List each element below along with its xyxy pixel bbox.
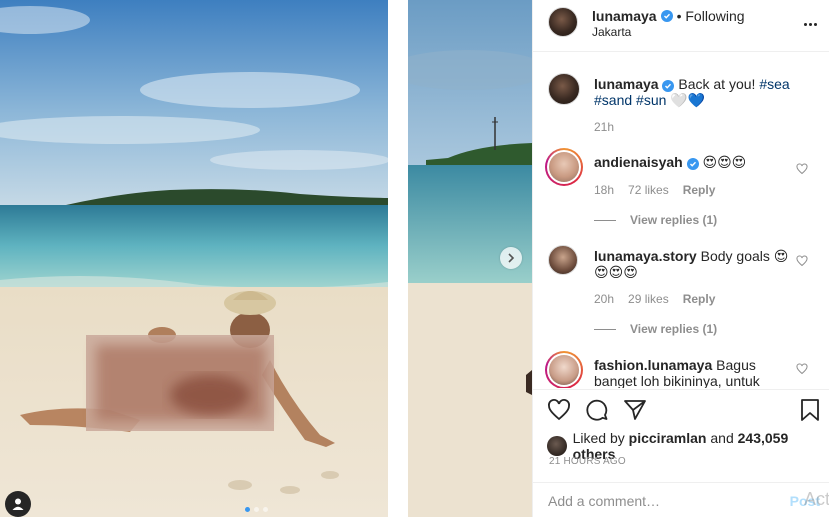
carousel-gap xyxy=(388,0,408,517)
avatar xyxy=(549,355,579,385)
comment-meta: 20h 29 likes Reply xyxy=(594,292,715,306)
following-button[interactable]: • Following xyxy=(677,8,745,24)
heart-icon[interactable] xyxy=(547,398,571,422)
hashtag-link[interactable]: #sea xyxy=(759,76,789,92)
view-replies-label: View replies (1) xyxy=(630,213,718,227)
comment-meta: 18h 72 likes Reply xyxy=(594,183,715,197)
comment-text: fashion.lunamaya Bagus banget loh bikini… xyxy=(594,357,790,388)
story-ring[interactable] xyxy=(545,148,583,186)
add-comment-box: Post Act xyxy=(533,482,829,517)
comment-time[interactable]: 20h xyxy=(594,292,614,306)
more-icon[interactable] xyxy=(802,16,818,32)
comment-input[interactable] xyxy=(548,491,778,511)
caption-time[interactable]: 21h xyxy=(594,120,614,134)
next-arrow-icon[interactable] xyxy=(500,247,522,269)
post-actions: Liked by picciramlan and 243,059 others … xyxy=(533,389,829,517)
post-timestamp[interactable]: 21 HOURS AGO xyxy=(549,456,626,467)
like-comment-heart-icon[interactable] xyxy=(796,363,808,375)
avatar[interactable] xyxy=(548,245,578,275)
comments-list[interactable]: lunamaya Back at you! #sea #sand #sun 🤍💙… xyxy=(533,53,829,388)
header-user-row: lunamaya • Following xyxy=(592,8,745,24)
story-ring[interactable] xyxy=(545,351,583,388)
verified-icon xyxy=(686,158,699,170)
comment-time[interactable]: 18h xyxy=(594,183,614,197)
comment-text: andienaisyah 😍😍😍 xyxy=(594,154,790,170)
liked-by-user-link[interactable]: picciramlan xyxy=(629,430,707,446)
hashtag-link[interactable]: #sun xyxy=(636,92,666,108)
like-comment-heart-icon[interactable] xyxy=(796,163,808,175)
view-replies-button[interactable]: View replies (1) xyxy=(594,322,717,336)
replies-divider xyxy=(594,219,616,221)
post-side-panel: lunamaya • Following Jakarta lunamaya Ba… xyxy=(532,0,829,517)
replies-divider xyxy=(594,328,616,330)
carousel-dot xyxy=(254,507,259,512)
location-link[interactable]: Jakarta xyxy=(592,25,631,39)
reply-button[interactable]: Reply xyxy=(683,183,716,197)
carousel-dot-active xyxy=(245,507,250,512)
comment-likes[interactable]: 29 likes xyxy=(628,292,669,306)
avatar[interactable] xyxy=(548,7,578,37)
caption-text: lunamaya Back at you! #sea #sand #sun 🤍💙 xyxy=(594,76,790,108)
action-icons-row xyxy=(547,398,647,422)
caption-username[interactable]: lunamaya xyxy=(594,76,659,92)
tag-user-icon[interactable] xyxy=(5,491,31,517)
verified-icon xyxy=(662,80,675,92)
comment-username[interactable]: andienaisyah xyxy=(594,154,683,170)
carousel-dot xyxy=(263,507,268,512)
os-activation-watermark: Act xyxy=(803,489,829,509)
hashtag-link[interactable]: #sand xyxy=(594,92,632,108)
comment-text: lunamaya.story Body goals 😍😍😍😍 xyxy=(594,248,790,280)
share-icon[interactable] xyxy=(623,398,647,422)
comment-username[interactable]: lunamaya.story xyxy=(594,248,697,264)
instagram-post-view: lunamaya • Following Jakarta lunamaya Ba… xyxy=(0,0,829,517)
caption-meta: 21h xyxy=(594,120,614,134)
save-icon[interactable] xyxy=(798,398,822,422)
comment-body: 😍😍😍 xyxy=(702,154,747,170)
avatar[interactable] xyxy=(547,436,567,456)
avatar xyxy=(549,152,579,182)
comment-likes[interactable]: 72 likes xyxy=(628,183,669,197)
caption-emojis: 🤍💙 xyxy=(670,92,706,108)
liked-by-and: and xyxy=(710,430,734,446)
view-replies-button[interactable]: View replies (1) xyxy=(594,213,717,227)
post-header: lunamaya • Following Jakarta xyxy=(533,0,829,52)
caption-body: Back at you! xyxy=(678,76,756,92)
verified-icon xyxy=(660,10,673,22)
reply-button[interactable]: Reply xyxy=(683,292,716,306)
post-media[interactable] xyxy=(0,0,532,517)
avatar[interactable] xyxy=(548,73,580,105)
username-link[interactable]: lunamaya xyxy=(592,8,657,24)
beach-photo-1 xyxy=(0,0,388,517)
liked-by-prefix: Liked by xyxy=(572,430,625,446)
comment-icon[interactable] xyxy=(585,398,609,422)
carousel-dots xyxy=(245,507,268,512)
comment-username[interactable]: fashion.lunamaya xyxy=(594,357,712,373)
like-comment-heart-icon[interactable] xyxy=(796,255,808,267)
view-replies-label: View replies (1) xyxy=(630,322,718,336)
